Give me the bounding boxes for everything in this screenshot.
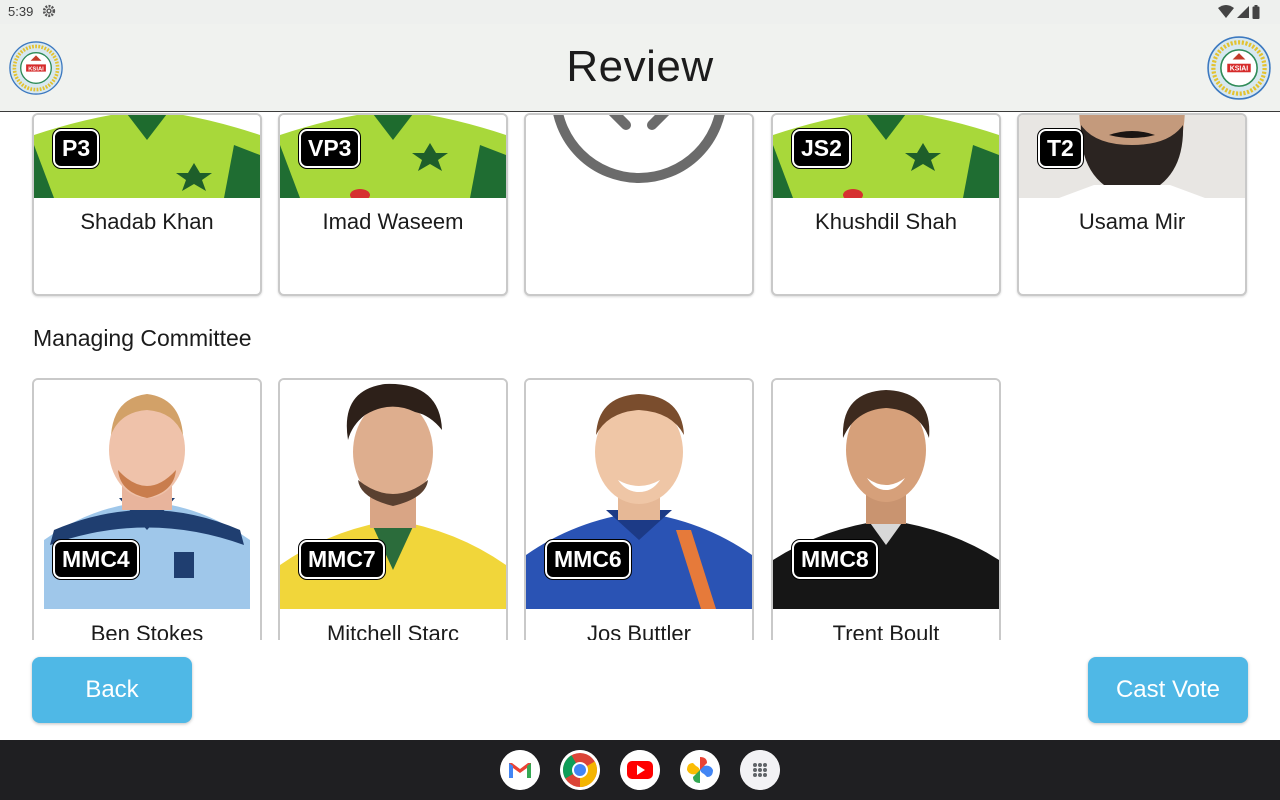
committee-card[interactable]: MMC8 Trent Boult xyxy=(771,378,1001,640)
status-indicators xyxy=(1218,4,1260,20)
candidate-code-badge: VP3 xyxy=(297,128,362,169)
candidate-code-badge: P3 xyxy=(51,128,101,169)
committee-card[interactable]: MMC6 Jos Buttler xyxy=(524,378,754,640)
candidate-card[interactable]: T2 Usama Mir xyxy=(1017,113,1247,296)
candidate-code-badge: MMC7 xyxy=(298,539,386,580)
ksiai-logo-right: KSIAI xyxy=(1207,36,1271,100)
candidate-name: Imad Waseem xyxy=(322,209,464,234)
gmail-icon[interactable] xyxy=(500,750,540,790)
chrome-icon[interactable] xyxy=(560,750,600,790)
section-title-managing-committee: Managing Committee xyxy=(33,325,252,351)
committee-card[interactable]: MMC7 Mitchell Starc xyxy=(278,378,508,640)
candidate-card-empty[interactable] xyxy=(524,113,754,296)
cast-vote-button[interactable]: Cast Vote xyxy=(1088,657,1248,723)
candidate-code-badge: MMC6 xyxy=(544,539,632,580)
candidate-name: Usama Mir xyxy=(1078,209,1186,234)
review-list[interactable]: P3 Shadab Khan VP3 Imad Waseem JS2 Khush… xyxy=(0,113,1280,640)
page-title: Review xyxy=(566,42,714,91)
candidate-name: Ben Stokes xyxy=(90,621,204,640)
candidate-code-badge: JS2 xyxy=(791,128,852,169)
candidate-card[interactable]: P3 Shadab Khan xyxy=(32,113,262,296)
youtube-icon[interactable] xyxy=(620,750,660,790)
settings-gear-icon xyxy=(42,4,56,18)
app-bar: KSIAI Review KSIAI xyxy=(0,24,1280,112)
candidate-card[interactable]: JS2 Khushdil Shah xyxy=(771,113,1001,296)
candidate-name: Khushdil Shah xyxy=(815,209,957,234)
candidate-name: Jos Buttler xyxy=(587,621,691,640)
signal-icon xyxy=(1237,6,1249,18)
status-time: 5:39 xyxy=(8,4,34,19)
placeholder-photo xyxy=(526,115,752,198)
candidate-code-badge: T2 xyxy=(1037,128,1084,169)
candidate-code-badge: MMC8 xyxy=(791,539,879,580)
candidate-name: Trent Boult xyxy=(832,621,940,640)
candidate-name: Shadab Khan xyxy=(80,209,214,234)
logo-text: KSIAI xyxy=(1230,66,1249,73)
status-bar: 5:39 xyxy=(0,0,1280,24)
no-candidate-icon xyxy=(526,115,752,198)
battery-icon xyxy=(1252,5,1260,19)
candidate-card[interactable]: VP3 Imad Waseem xyxy=(278,113,508,296)
candidate-name: Mitchell Starc xyxy=(326,621,460,640)
committee-card[interactable]: MMC4 Ben Stokes xyxy=(32,378,262,640)
navigation-bar xyxy=(0,740,1280,800)
photos-icon[interactable] xyxy=(680,750,720,790)
back-button[interactable]: Back xyxy=(32,657,192,723)
candidate-code-badge: MMC4 xyxy=(52,539,140,580)
app-drawer-icon[interactable] xyxy=(740,750,780,790)
wifi-icon xyxy=(1218,5,1234,18)
